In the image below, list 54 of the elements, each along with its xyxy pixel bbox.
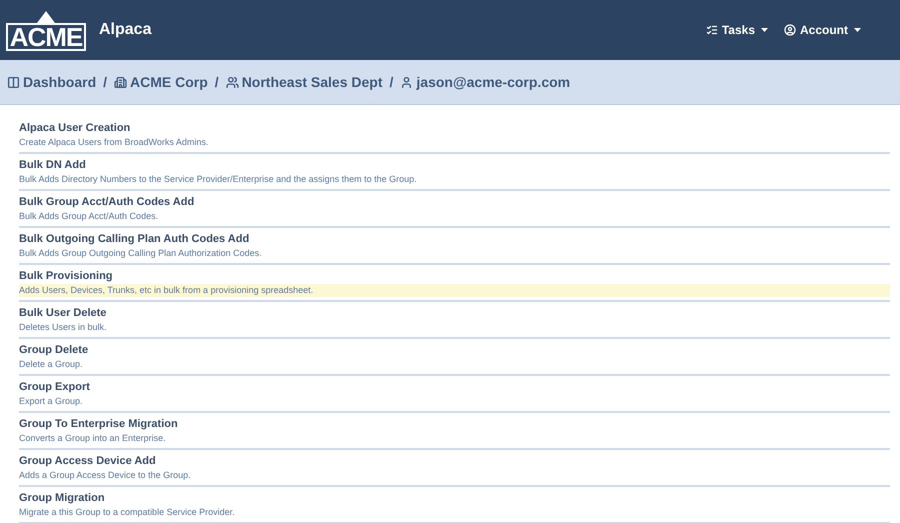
- task-title: Bulk Outgoing Calling Plan Auth Codes Add: [19, 232, 250, 246]
- nav-menu-button[interactable]: Account: [784, 21, 861, 39]
- task-description: Deletes Users in bulk.: [19, 320, 108, 334]
- task-description: Delete a Group.: [19, 358, 84, 370]
- breadcrumb-link[interactable]: jason@acme-corp.com: [400, 72, 570, 92]
- nav-menu-button[interactable]: Tasks: [706, 21, 768, 39]
- caret-icon: [854, 28, 861, 32]
- building-icon: [114, 76, 128, 88]
- task-list-item[interactable]: Bulk User Delete Deletes Users in bulk.: [19, 302, 890, 339]
- task-title: Bulk User Delete: [19, 306, 108, 320]
- task-list-item[interactable]: Group Access Device Add Adds a Group Access Device to the Group.: [19, 450, 890, 487]
- task-title: Alpaca User Creation: [19, 120, 132, 136]
- breadcrumb-link[interactable]: ACME Corp: [114, 72, 208, 92]
- triangle-icon: [37, 11, 55, 23]
- user-icon: [400, 76, 414, 88]
- task-description: Bulk Adds Directory Numbers to the Service Provider/Enterprise and the assigns them to the Group.: [19, 172, 418, 186]
- breadcrumb-separator: /: [214, 72, 219, 92]
- task-description: Adds a Group Access Device to the Group.: [19, 468, 192, 482]
- task-title: Group Export: [19, 380, 91, 394]
- task-description: Bulk Adds Group Acct/Auth Codes.: [19, 210, 160, 222]
- task-list-item[interactable]: Bulk Outgoing Calling Plan Auth Codes Add Bulk Adds Group Outgoing Calling Plan Authorization Codes.: [19, 228, 890, 265]
- task-list-item[interactable]: Group Delete Delete a Group.: [19, 339, 890, 376]
- task-list-item[interactable]: Bulk Provisioning Adds Users, Devices, Trunks, etc in bulk from a provisioning spreadsheet.: [19, 265, 890, 302]
- user-circle-icon: [784, 24, 796, 36]
- task-title: Bulk Provisioning: [19, 268, 114, 284]
- task-description: Export a Group.: [19, 394, 84, 408]
- task-description: Create Alpaca Users from BroadWorks Admins.: [19, 136, 210, 148]
- task-title: Group Delete: [19, 342, 90, 358]
- task-title: Group Access Device Add: [19, 454, 157, 468]
- checklist-icon: [706, 24, 718, 36]
- breadcrumb-separator: /: [390, 72, 394, 92]
- users-icon: [226, 76, 239, 88]
- task-description: Migrate a this Group to a compatible Service Provider.: [19, 506, 236, 518]
- breadcrumb-separator: /: [103, 72, 108, 92]
- caret-icon: [761, 28, 768, 32]
- columns-icon: [7, 76, 20, 88]
- task-title: Bulk DN Add: [19, 158, 87, 172]
- task-list-item[interactable]: Bulk DN Add Bulk Adds Directory Numbers to the Service Provider/Enterprise and the assigns them to the Group.: [19, 154, 890, 191]
- breadcrumb-link[interactable]: Northeast Sales Dept: [226, 72, 383, 92]
- app-title: Alpaca: [99, 20, 152, 40]
- task-title: Group To Enterprise Migration: [19, 416, 179, 432]
- task-list-item[interactable]: Group Export Export a Group.: [19, 376, 890, 413]
- task-list-item[interactable]: Bulk Group Acct/Auth Codes Add Bulk Adds Group Acct/Auth Codes.: [19, 191, 890, 228]
- task-list-item[interactable]: Group To Enterprise Migration Converts a Group into an Enterprise.: [19, 413, 890, 450]
- task-description: Converts a Group into an Enterprise.: [19, 432, 167, 444]
- acme-logo[interactable]: ACME: [9, 11, 83, 53]
- task-title: Bulk Group Acct/Auth Codes Add: [19, 194, 196, 210]
- task-description: Adds Users, Devices, Trunks, etc in bulk from a provisioning spreadsheet.: [19, 284, 890, 296]
- breadcrumb-link[interactable]: Dashboard: [7, 72, 96, 92]
- task-list-item[interactable]: Alpaca User Creation Create Alpaca Users from BroadWorks Admins.: [19, 117, 890, 154]
- task-title: Group Migration: [19, 490, 106, 506]
- task-description: Bulk Adds Group Outgoing Calling Plan Authorization Codes.: [19, 246, 263, 260]
- logo-text: ACME: [6, 23, 86, 51]
- task-list-item[interactable]: Group Migration Migrate a this Group to a compatible Service Provider.: [19, 487, 890, 523]
